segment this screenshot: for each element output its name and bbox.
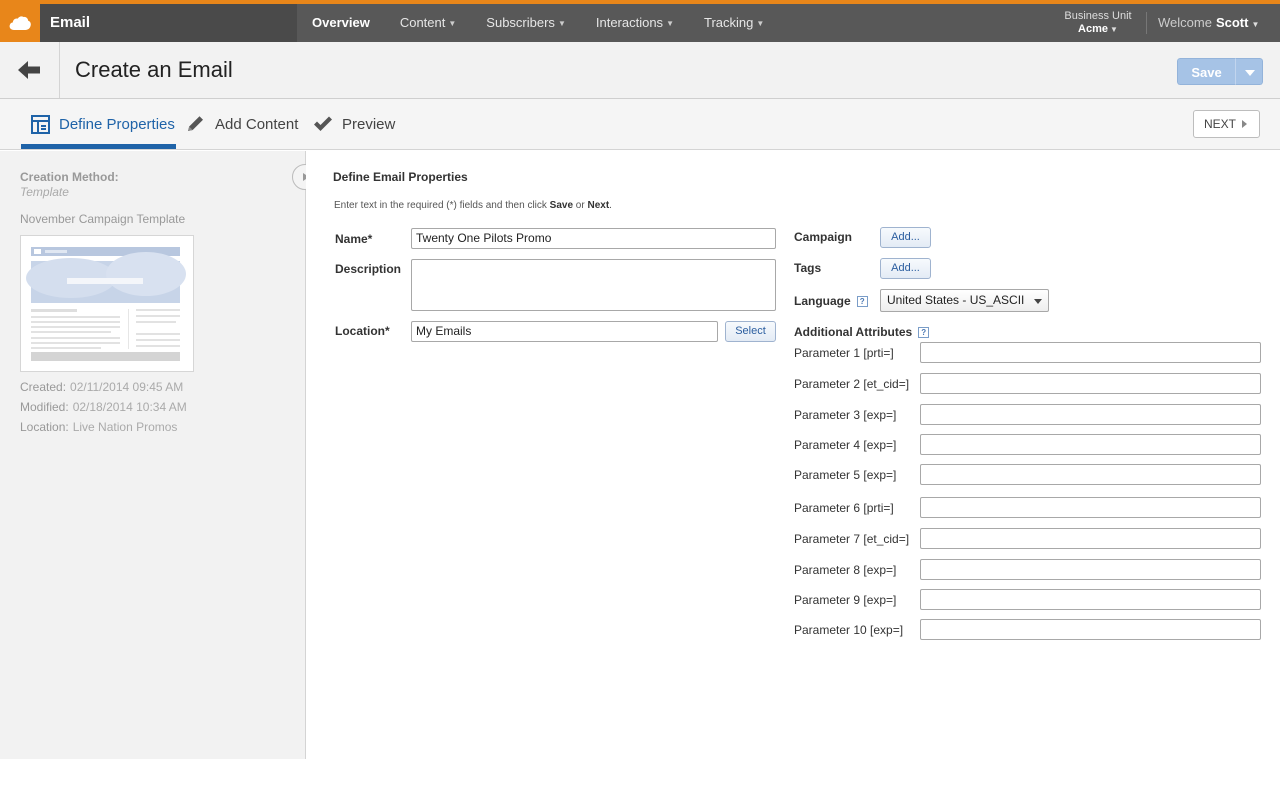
parameter-label: Parameter 2 [et_cid=] [794, 377, 910, 391]
name-input[interactable]: Twenty One Pilots Promo [411, 228, 776, 249]
business-unit-name: Acme [1078, 23, 1109, 35]
properties-form: Define Email Properties Enter text in th… [306, 151, 1280, 759]
checkmark-icon [313, 116, 333, 132]
creation-method-label: Creation Method: [20, 170, 119, 184]
parameter-label: Parameter 5 [exp=] [794, 468, 897, 482]
parameter-label: Parameter 7 [et_cid=] [794, 532, 910, 546]
parameter-label: Parameter 1 [prti=] [794, 346, 894, 360]
nav-item-content[interactable]: Content ▼ [385, 4, 471, 42]
nav-item-label: Overview [312, 15, 370, 30]
additional-attributes-label: Additional Attributes? [794, 325, 930, 339]
folder-location: Location: Live Nation Promos [20, 420, 178, 434]
step-label: Preview [342, 115, 396, 133]
language-select[interactable]: United States - US_ASCII [880, 289, 1049, 312]
parameter-label: Parameter 8 [exp=] [794, 563, 897, 577]
created-date: Created: 02/11/2014 09:45 AM [20, 380, 184, 394]
business-unit-switcher[interactable]: Business Unit Acme ▼ [1056, 10, 1140, 36]
chevron-down-icon: ▼ [1110, 25, 1118, 34]
parameter-label: Parameter 3 [exp=] [794, 408, 897, 422]
chevron-down-icon: ▼ [1251, 20, 1260, 29]
user-menu[interactable]: Welcome Scott ▼ [1158, 4, 1259, 44]
parameter-3-input[interactable] [920, 404, 1261, 425]
location-input[interactable]: My Emails [411, 321, 718, 342]
user-name: Scott [1215, 15, 1249, 30]
nav-divider [1146, 12, 1147, 34]
save-button[interactable]: Save [1177, 58, 1235, 85]
chevron-down-icon: ▼ [557, 19, 566, 28]
step-label: Add Content [215, 115, 299, 133]
nav-item-overview[interactable]: Overview [297, 4, 385, 42]
nav-item-label: Tracking [703, 15, 754, 30]
wizard-steps: Define Properties Add Content Preview NE… [0, 99, 1280, 150]
add-tags-button[interactable]: Add... [880, 258, 931, 279]
pencil-icon [186, 115, 206, 133]
nav-item-interactions[interactable]: Interactions ▼ [581, 4, 689, 42]
parameter-1-input[interactable] [920, 342, 1261, 363]
layout-icon [31, 114, 50, 134]
tags-label: Tags [794, 261, 822, 275]
location-label: Location* [335, 324, 390, 338]
description-textarea[interactable] [411, 259, 776, 311]
parameter-label: Parameter 6 [prti=] [794, 501, 894, 515]
active-step-indicator [21, 144, 176, 149]
form-instructions: Enter text in the required (*) fields an… [334, 200, 612, 211]
parameter-2-input[interactable] [920, 373, 1261, 394]
step-preview[interactable]: Preview [313, 99, 395, 149]
campaign-label: Campaign [794, 230, 853, 244]
creation-method-value: Template [20, 185, 69, 199]
language-label: Language? [794, 294, 868, 308]
main-nav: Overview Content ▼ Subscribers ▼ Interactions… [297, 4, 779, 42]
template-name: November Campaign Template [20, 212, 186, 226]
parameter-4-input[interactable] [920, 434, 1261, 455]
nav-item-label: Content [399, 15, 446, 30]
save-options-dropdown[interactable] [1235, 58, 1263, 85]
salesforce-logo[interactable] [0, 4, 40, 42]
chevron-down-icon: ▼ [448, 19, 457, 28]
nav-item-label: Subscribers [486, 15, 555, 30]
help-icon[interactable]: ? [918, 327, 930, 338]
next-button[interactable]: NEXT [1193, 110, 1260, 138]
parameter-8-input[interactable] [920, 559, 1261, 580]
top-navbar: Email Overview Content ▼ Subscribers ▼ Intera… [0, 4, 1280, 42]
parameter-label: Parameter 10 [exp=] [794, 623, 904, 637]
step-label: Define Properties [59, 115, 175, 133]
parameter-label: Parameter 9 [exp=] [794, 593, 897, 607]
page-title: Create an Email [75, 57, 233, 82]
help-icon[interactable]: ? [856, 296, 868, 307]
back-button[interactable] [0, 42, 60, 98]
chevron-down-icon: ▼ [666, 19, 674, 28]
email-info-panel: Creation Method: Template November Campa… [0, 151, 306, 759]
parameter-label: Parameter 4 [exp=] [794, 438, 897, 452]
modified-date: Modified: 02/18/2014 10:34 AM [20, 400, 187, 414]
step-add-content[interactable]: Add Content [186, 99, 298, 149]
page-header: Create an Email Save [0, 42, 1280, 99]
parameter-9-input[interactable] [920, 589, 1261, 610]
save-button-group: Save [1177, 58, 1263, 85]
select-location-button[interactable]: Select [725, 321, 776, 342]
section-title: Define Email Properties [333, 170, 468, 184]
parameter-5-input[interactable] [920, 464, 1261, 485]
chevron-down-icon: ▼ [756, 19, 765, 28]
nav-item-label: Interactions [595, 15, 664, 30]
description-label: Description [335, 262, 402, 276]
add-campaign-button[interactable]: Add... [880, 227, 931, 248]
name-label: Name* [335, 232, 373, 246]
parameter-7-input[interactable] [920, 528, 1261, 549]
arrow-left-icon [18, 61, 40, 79]
parameter-6-input[interactable] [920, 497, 1261, 518]
welcome-text: Welcome [1158, 15, 1212, 30]
step-define-properties[interactable]: Define Properties [31, 99, 175, 149]
app-name[interactable]: Email [40, 4, 297, 42]
nav-item-tracking[interactable]: Tracking ▼ [689, 4, 779, 42]
business-unit-label: Business Unit [1064, 10, 1132, 22]
template-thumbnail[interactable] [20, 235, 194, 372]
parameter-10-input[interactable] [920, 619, 1261, 640]
nav-item-subscribers[interactable]: Subscribers ▼ [471, 4, 581, 42]
cloud-icon [9, 16, 31, 30]
